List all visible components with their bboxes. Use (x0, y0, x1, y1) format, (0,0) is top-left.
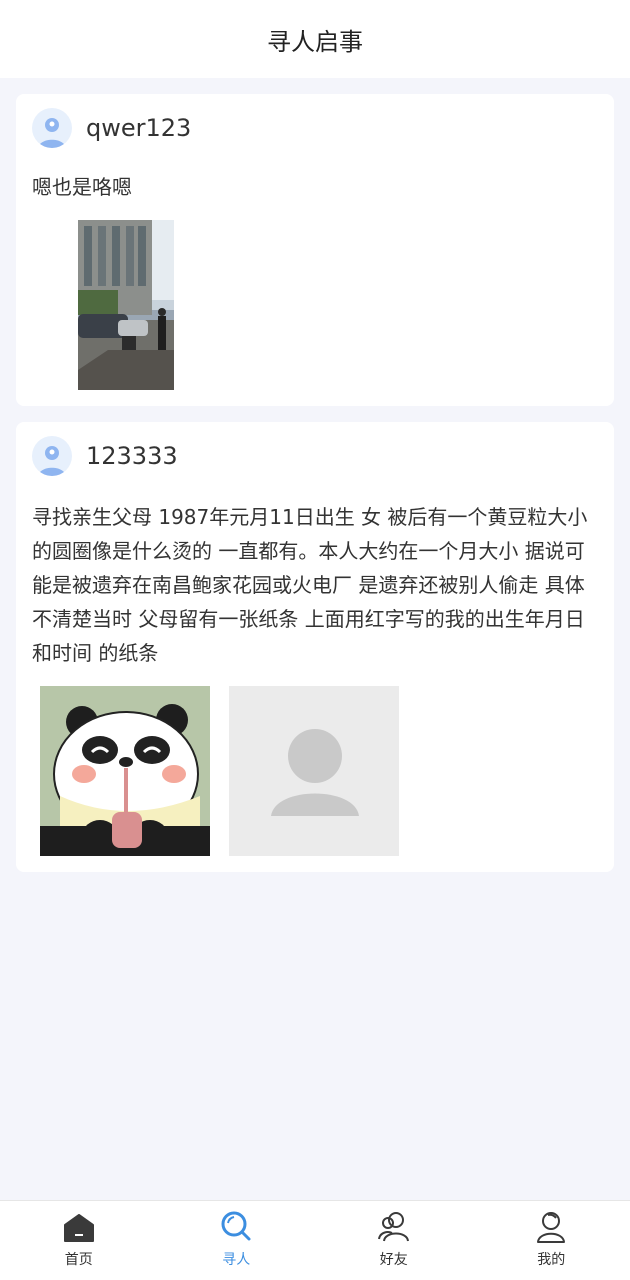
profile-icon (537, 1212, 566, 1243)
page-title: 寻人启事 (267, 27, 363, 56)
bottom-tab-bar: 首页 寻人 好友 我的 (0, 1200, 630, 1280)
tab-label: 我的 (537, 1252, 566, 1268)
panda-cartoon (40, 686, 210, 856)
post-image[interactable] (40, 686, 210, 856)
search-icon (221, 1211, 251, 1241)
avatar[interactable] (32, 108, 72, 148)
tab-label: 好友 (379, 1252, 408, 1268)
tab-search[interactable]: 寻人 (158, 1201, 316, 1280)
post-author[interactable]: qwer123 (32, 108, 191, 148)
post-card[interactable]: 123333 寻找亲生父母 1987年元月11日出生 女 被后有一个黄豆粒大小的… (16, 422, 614, 872)
post-text: 嗯也是咯嗯 (32, 175, 132, 199)
page-header: 寻人启事 (0, 0, 630, 78)
post-image[interactable] (78, 220, 174, 390)
default-avatar-icon (38, 118, 66, 148)
post-text: 寻找亲生父母 1987年元月11日出生 女 被后有一个黄豆粒大小的圆圈像是什么烫… (32, 505, 588, 665)
street-photo (78, 220, 174, 390)
tab-label: 寻人 (222, 1252, 251, 1268)
post-author[interactable]: 123333 (32, 436, 178, 476)
default-avatar-icon (38, 446, 66, 476)
avatar[interactable] (32, 436, 72, 476)
username[interactable]: 123333 (86, 442, 178, 470)
tab-label: 首页 (64, 1252, 93, 1268)
post-card[interactable]: qwer123 嗯也是咯嗯 (16, 94, 614, 406)
post-image[interactable] (229, 686, 399, 856)
tab-friends[interactable]: 好友 (315, 1201, 473, 1280)
username[interactable]: qwer123 (86, 114, 191, 142)
home-icon (63, 1214, 94, 1242)
tab-home[interactable]: 首页 (0, 1201, 158, 1280)
friends-icon (377, 1212, 409, 1242)
tab-profile[interactable]: 我的 (473, 1201, 630, 1280)
default-person-placeholder (229, 686, 399, 856)
